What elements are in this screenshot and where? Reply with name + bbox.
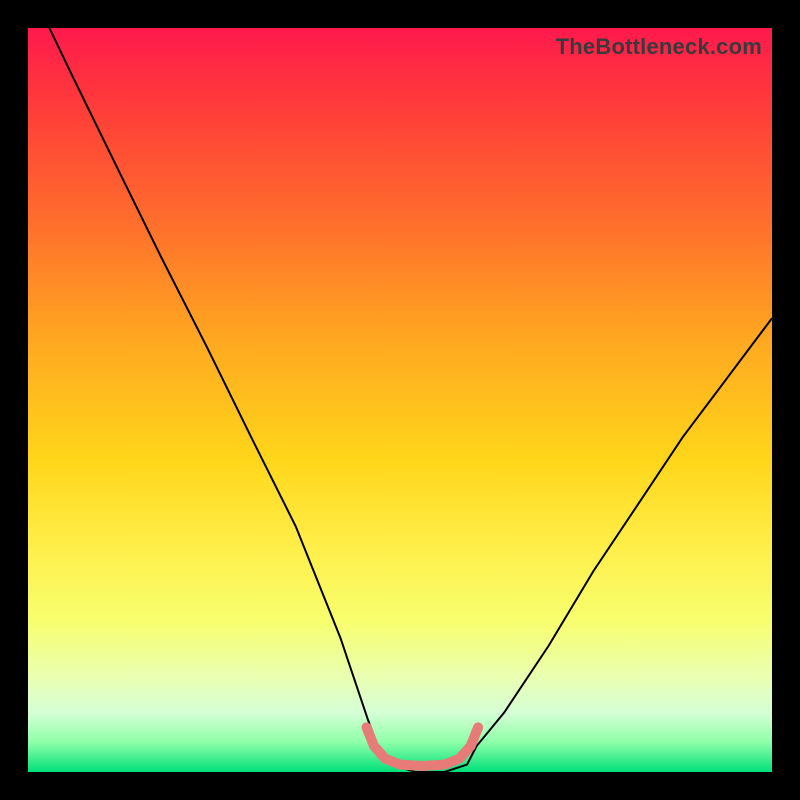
chart-frame: TheBottleneck.com	[0, 0, 800, 800]
optimum-marker-path	[367, 727, 479, 766]
curve-layer	[28, 28, 772, 772]
bottleneck-curve-path	[28, 28, 772, 772]
chart-area: TheBottleneck.com	[28, 28, 772, 772]
